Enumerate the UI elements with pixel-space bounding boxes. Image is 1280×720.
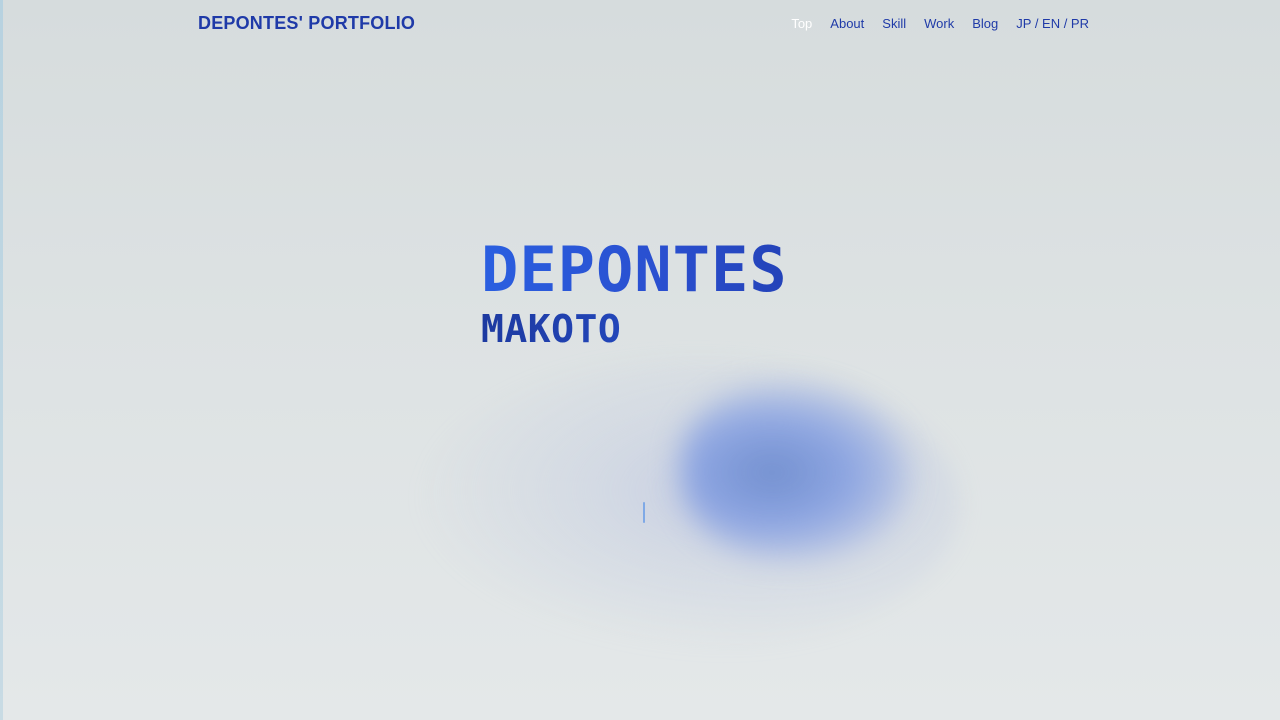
typing-cursor bbox=[643, 502, 645, 523]
site-logo-link[interactable]: DEPONTES' PORTFOLIO bbox=[198, 13, 415, 34]
main-nav: Top About Skill Work Blog JP / EN / PR bbox=[791, 16, 1089, 31]
left-edge-accent bbox=[0, 0, 3, 720]
nav-item-skill[interactable]: Skill bbox=[882, 16, 906, 31]
nav-item-work[interactable]: Work bbox=[924, 16, 954, 31]
hero-surname: DEPONTES bbox=[481, 233, 788, 306]
nav-item-about[interactable]: About bbox=[830, 16, 864, 31]
site-header: DEPONTES' PORTFOLIO Top About Skill Work… bbox=[0, 0, 1280, 48]
hero-name: DEPONTES MAKOTO bbox=[481, 232, 788, 352]
language-switcher[interactable]: JP / EN / PR bbox=[1016, 16, 1089, 31]
nav-item-blog[interactable]: Blog bbox=[972, 16, 998, 31]
nav-item-top[interactable]: Top bbox=[791, 16, 812, 31]
hero-given-name: MAKOTO bbox=[481, 306, 788, 352]
